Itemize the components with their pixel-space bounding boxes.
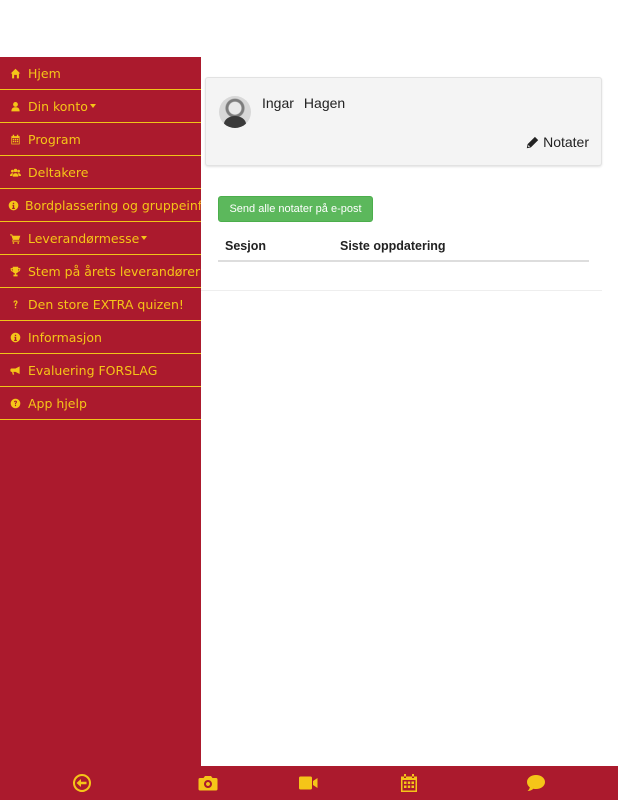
chat-bubble-icon — [527, 775, 545, 791]
sidebar-item-stem[interactable]: Stem på årets leverandører — [0, 255, 201, 288]
sidebar-item-label: Informasjon — [28, 329, 102, 345]
camera-button[interactable] — [197, 772, 219, 794]
sidebar-item-label: Deltakere — [28, 164, 89, 180]
send-all-notes-button[interactable]: Send alle notater på e-post — [218, 196, 373, 222]
sidebar-item-label: Den store EXTRA quizen! — [28, 296, 184, 312]
chat-button[interactable] — [525, 772, 547, 794]
cart-icon — [8, 231, 22, 245]
sidebar-item-label: Program — [28, 131, 81, 147]
column-header-siste-oppdatering: Siste oppdatering — [340, 239, 446, 253]
question-icon — [8, 297, 22, 311]
first-name: Ingar — [262, 95, 294, 111]
divider — [201, 290, 602, 291]
sidebar-item-app-hjelp[interactable]: App hjelp — [0, 387, 201, 420]
sidebar-item-label: Bordplassering og gruppeinfo — [25, 197, 210, 213]
bullhorn-icon — [8, 363, 22, 377]
calendar-button[interactable] — [398, 772, 420, 794]
profile-name: Ingar Hagen — [262, 95, 345, 111]
notes-link[interactable]: Notater — [526, 134, 589, 150]
back-button[interactable] — [71, 772, 93, 794]
sidebar-item-label: Evaluering FORSLAG — [28, 362, 158, 378]
question-circle-icon — [8, 396, 22, 410]
sidebar-item-bordplassering[interactable]: Bordplassering og gruppeinfo — [0, 189, 210, 222]
column-header-sesjon: Sesjon — [225, 239, 266, 253]
notes-link-label: Notater — [543, 134, 589, 150]
profile-card: Ingar Hagen Notater — [205, 77, 602, 166]
pencil-icon — [526, 136, 539, 148]
trophy-icon — [8, 264, 22, 278]
avatar — [219, 96, 251, 128]
info-circle-icon — [8, 198, 19, 212]
back-circle-icon — [73, 774, 92, 792]
sidebar-item-label: App hjelp — [28, 395, 87, 411]
sidebar-item-program[interactable]: Program — [0, 123, 201, 156]
video-button[interactable] — [297, 772, 319, 794]
sidebar-item-quiz[interactable]: Den store EXTRA quizen! — [0, 288, 201, 321]
video-camera-icon — [299, 776, 318, 790]
sidebar-menu: Hjem Din konto Program Deltakere Bordpla… — [0, 57, 210, 766]
last-name: Hagen — [303, 95, 346, 111]
camera-icon — [198, 776, 218, 791]
sidebar-item-informasjon[interactable]: Informasjon — [0, 321, 201, 354]
chevron-down-icon — [141, 236, 148, 240]
bottom-nav — [0, 766, 618, 800]
info-circle-icon — [8, 330, 22, 344]
sidebar-item-label: Stem på årets leverandører — [28, 263, 201, 279]
users-icon — [8, 165, 22, 179]
notes-table-header: Sesjon Siste oppdatering — [218, 232, 589, 262]
sidebar-item-label: Hjem — [28, 65, 61, 81]
sidebar-item-din-konto[interactable]: Din konto — [0, 90, 201, 123]
sidebar-item-label: Din konto — [28, 98, 88, 114]
chevron-down-icon — [89, 104, 96, 108]
sidebar-item-leverandormesse[interactable]: Leverandørmesse — [0, 222, 201, 255]
calendar-icon — [8, 132, 22, 146]
sidebar-item-evaluering[interactable]: Evaluering FORSLAG — [0, 354, 201, 387]
home-icon — [8, 66, 22, 80]
top-header — [0, 0, 618, 57]
user-icon — [8, 99, 22, 113]
main-content: Ingar Hagen Notater Send alle notater på … — [201, 57, 618, 766]
sidebar-item-label: Leverandørmesse — [28, 230, 140, 246]
sidebar-item-deltakere[interactable]: Deltakere — [0, 156, 201, 189]
calendar-icon — [401, 774, 417, 792]
sidebar-item-hjem[interactable]: Hjem — [0, 57, 201, 90]
